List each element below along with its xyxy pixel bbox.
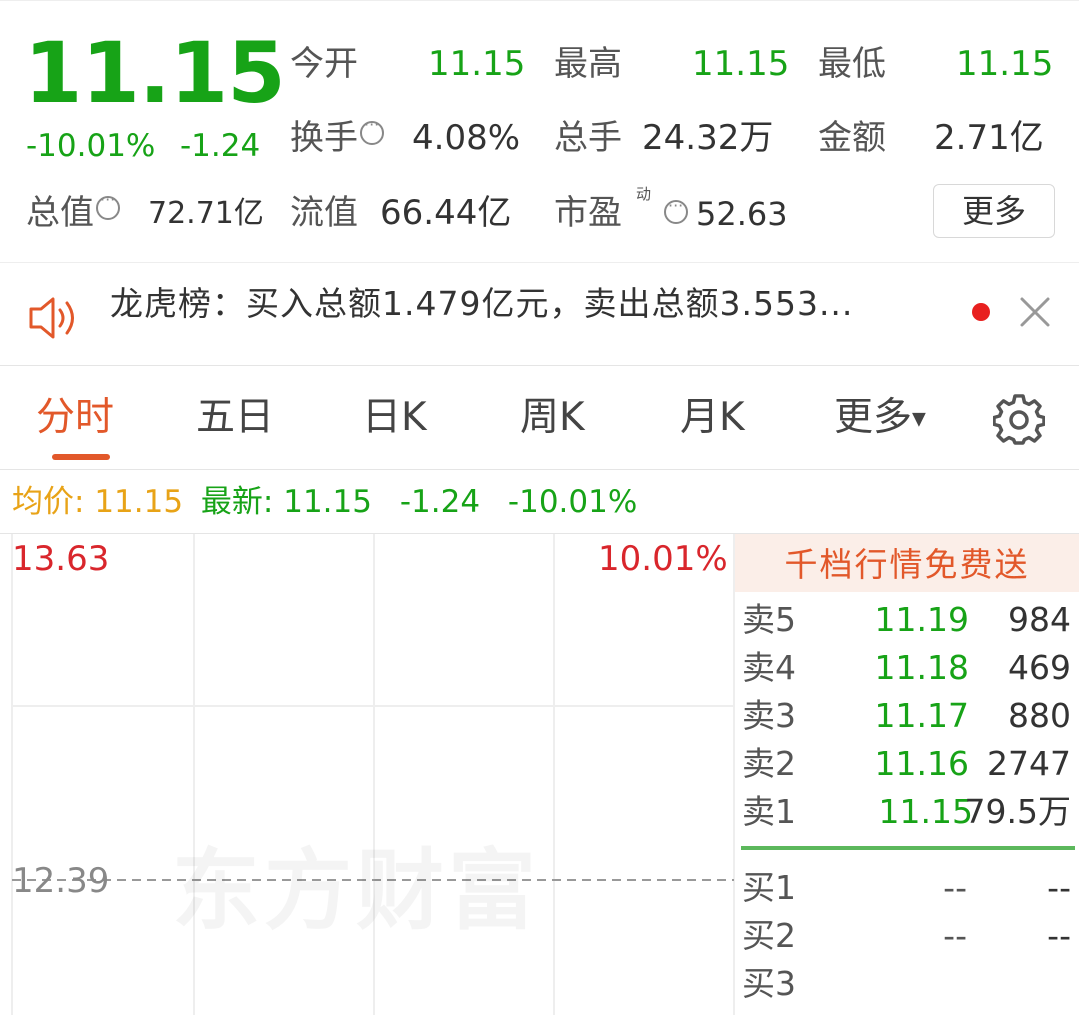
info-icon[interactable]	[96, 192, 120, 220]
mktcap-label-text: 总值	[26, 193, 94, 233]
bid-row: 买1 -- --	[735, 864, 1079, 912]
bid-row: 买2 -- --	[735, 912, 1079, 960]
ask-row: 卖3 11.17 880	[735, 692, 1079, 740]
ask-price: 11.16	[874, 744, 969, 783]
promo-banner[interactable]: 千档行情免费送	[735, 534, 1079, 592]
open-value: 11.15	[428, 44, 526, 84]
ask-row: 卖4 11.18 469	[735, 644, 1079, 692]
avg-label: 均价:	[12, 484, 85, 520]
turnover-label-text: 换手	[290, 118, 358, 158]
tab-monthly-k[interactable]: 月K	[680, 398, 745, 437]
axis-top-price: 13.63	[12, 539, 110, 579]
latest-change-amount: -1.24	[399, 484, 481, 520]
ask-volume: 469	[1008, 648, 1071, 687]
latest-value: 11.15	[283, 484, 372, 520]
tab-intraday[interactable]: 分时	[36, 398, 114, 437]
ask-volume: 79.5万	[964, 792, 1071, 831]
change-amount: -1.24	[180, 128, 261, 164]
turnover-label: 换手	[290, 117, 384, 158]
chart-tabs: 分时 五日 日K 周K 月K 更多▼	[0, 366, 1079, 470]
order-book: 千档行情免费送 卖5 11.19 984 卖4 11.18 469 卖3 11.…	[735, 534, 1079, 1015]
info-icon[interactable]	[360, 117, 384, 145]
ask-level: 卖4	[742, 648, 796, 687]
info-icon[interactable]	[664, 196, 688, 224]
bid-volume: --	[1047, 916, 1071, 955]
book-divider	[741, 846, 1075, 850]
ask-level: 卖3	[742, 696, 796, 735]
tab-five-day[interactable]: 五日	[196, 398, 274, 437]
pe-dynamic-mark: 动	[636, 185, 652, 203]
amount-value: 2.71亿	[934, 118, 1044, 158]
quote-header: 11.15 -10.01% -1.24 今开 11.15 最高 11.15 最低…	[0, 0, 1079, 262]
gear-icon[interactable]	[993, 394, 1045, 446]
ask-price: 11.15	[878, 792, 973, 831]
last-price: 11.15	[24, 24, 286, 122]
bid-level: 买1	[742, 868, 796, 907]
bid-row: 买3	[735, 960, 1079, 1008]
tab-more[interactable]: 更多▼	[834, 398, 926, 437]
pe-value: 52.63	[696, 195, 788, 233]
ask-level: 卖5	[742, 600, 796, 639]
price-status-line: 均价: 11.15 最新: 11.15 -1.24 -10.01%	[0, 470, 1079, 534]
low-value: 11.15	[956, 44, 1054, 84]
brand-watermark: 东方财富	[172, 820, 540, 947]
mktcap-label: 总值	[26, 192, 120, 233]
float-value: 66.44亿	[380, 193, 512, 233]
latest-change-percent: -10.01%	[507, 484, 638, 520]
float-label: 流值	[290, 193, 358, 233]
bid-level: 买2	[742, 916, 796, 955]
ask-volume: 880	[1008, 696, 1071, 735]
tab-weekly-k[interactable]: 周K	[520, 398, 585, 437]
bid-price: --	[943, 916, 967, 955]
bid-volume: --	[1047, 868, 1071, 907]
axis-top-percent: 10.01%	[598, 539, 728, 579]
ask-price: 11.19	[874, 600, 969, 639]
latest-label: 最新:	[200, 484, 274, 520]
ask-volume: 984	[1008, 600, 1071, 639]
ask-price: 11.17	[874, 696, 969, 735]
more-fields-button[interactable]: 更多	[933, 184, 1055, 238]
change-percent: -10.01%	[26, 128, 156, 164]
active-tab-indicator	[52, 454, 110, 460]
ask-level: 卖1	[742, 792, 796, 831]
close-icon[interactable]	[1018, 295, 1052, 329]
ask-row: 卖1 11.15 79.5万	[735, 788, 1079, 836]
axis-prev-close: 12.39	[12, 861, 110, 901]
ask-row: 卖5 11.19 984	[735, 596, 1079, 644]
turnover-value: 4.08%	[412, 118, 521, 158]
tab-more-label: 更多	[834, 395, 913, 440]
unread-dot	[972, 303, 990, 321]
speaker-icon	[29, 297, 74, 339]
pe-label-text: 市盈	[554, 193, 622, 233]
notice-text[interactable]: 龙虎榜：买入总额1.479亿元，卖出总额3.553...	[110, 277, 853, 325]
tab-daily-k[interactable]: 日K	[362, 398, 427, 437]
pe-label: 市盈	[554, 196, 622, 230]
bid-price: --	[943, 868, 967, 907]
high-value: 11.15	[692, 44, 790, 84]
open-label: 今开	[290, 44, 358, 84]
notice-bar[interactable]: 龙虎榜：买入总额1.479亿元，卖出总额3.553...	[0, 262, 1079, 366]
bid-level: 买3	[742, 964, 796, 1003]
caret-down-icon: ▼	[912, 408, 926, 430]
amount-label: 金额	[818, 118, 886, 158]
ask-row: 卖2 11.16 2747	[735, 740, 1079, 788]
ask-level: 卖2	[742, 744, 796, 783]
high-label: 最高	[554, 44, 622, 84]
intraday-chart[interactable]: 东方财富 13.63 10.01% 12.39	[0, 534, 735, 1015]
volume-value: 24.32万	[642, 118, 774, 158]
ask-volume: 2747	[987, 744, 1071, 783]
volume-label: 总手	[554, 118, 622, 158]
avg-value: 11.15	[94, 484, 184, 520]
ask-price: 11.18	[874, 648, 969, 687]
mktcap-value: 72.71亿	[148, 196, 264, 231]
low-label: 最低	[818, 44, 886, 84]
